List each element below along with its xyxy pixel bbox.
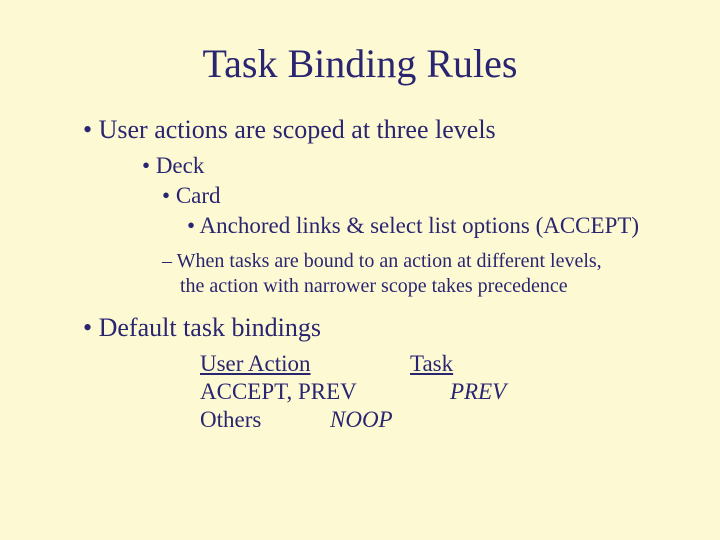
slide-title: Task Binding Rules (50, 40, 670, 87)
table-header-action: User Action (200, 351, 410, 377)
bullet-1: User actions are scoped at three levels (105, 115, 670, 145)
table-cell-task: PREV (410, 379, 570, 405)
bullet-1b: Card (180, 183, 670, 209)
bullet-1a: Deck (160, 153, 670, 179)
bullet-1d: When tasks are bound to an action at dif… (180, 249, 620, 299)
table-cell-task: NOOP (330, 407, 450, 433)
bindings-table: User Action Task ACCEPT, PREV PREV Other… (200, 351, 670, 433)
table-row: Others NOOP (200, 407, 670, 433)
table-header-row: User Action Task (200, 351, 670, 377)
table-header-task: Task (410, 351, 530, 377)
table-cell-action: Others (200, 407, 330, 433)
bullet-1c: Anchored links & select list options (AC… (205, 213, 670, 239)
table-row: ACCEPT, PREV PREV (200, 379, 670, 405)
bullet-2: Default task bindings (105, 313, 670, 343)
slide: Task Binding Rules User actions are scop… (0, 0, 720, 540)
table-cell-action: ACCEPT, PREV (200, 379, 410, 405)
